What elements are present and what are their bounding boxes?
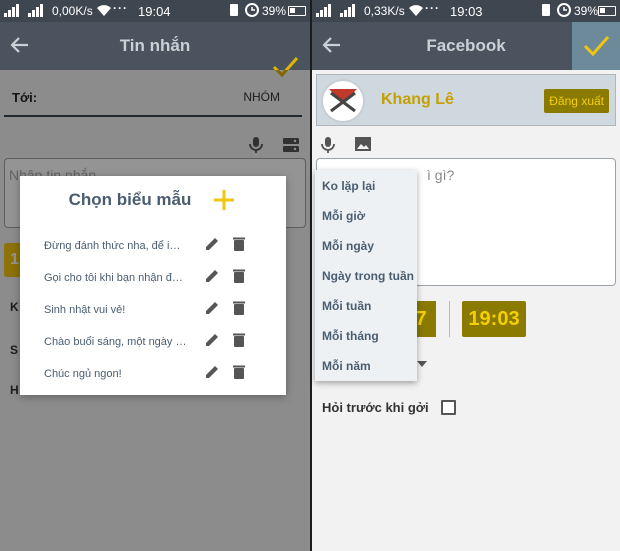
battery-icon [288,6,306,16]
status-bar: 0,00K/s ··· 19:04 39% [0,0,310,22]
network-speed: 0,00K/s [52,4,93,18]
ask-before-send-label: Hỏi trước khi gởi [322,400,429,415]
template-text: Chúc ngủ ngon! [44,368,122,380]
battery-percent: 39% [262,4,287,18]
confirm-check-icon [583,36,610,57]
repeat-dropdown-menu: Ko lặp lại Mỗi giờ Mỗi ngày Ngày trong t… [315,170,417,381]
logout-button[interactable]: Đăng xuất [544,89,609,113]
delete-icon[interactable] [232,236,246,252]
menu-item-weekdays[interactable]: Ngày trong tuần [322,269,414,289]
message-text-visible: ì gì? [427,167,455,183]
time-button[interactable]: 19:03 [462,301,526,337]
add-template-plus-icon[interactable] [212,188,236,212]
menu-item-no-repeat[interactable]: Ko lặp lại [322,179,375,199]
status-bar: 0,33K/s ··· 19:03 39% [312,0,620,22]
template-text: Đừng đánh thức nha, để im lặng [44,240,188,252]
toolbar: Tin nhắn [0,22,310,78]
vibrate-alarm-icons [542,3,571,17]
edit-icon[interactable] [204,268,220,284]
menu-item-yearly[interactable]: Mỗi năm [322,359,371,379]
template-text: Sinh nhật vui vẻ! [44,304,126,316]
account-card: Khang Lê Đăng xuất [316,74,616,126]
template-item[interactable]: Chào buổi sáng, một ngày tốt lành [44,330,276,354]
menu-item-daily[interactable]: Mỗi ngày [322,239,374,259]
image-icon[interactable] [354,136,372,152]
delete-icon[interactable] [232,364,246,380]
dropdown-caret-icon[interactable] [417,361,427,367]
template-item[interactable]: Gọi cho tôi khi bạn nhận được tin [44,266,276,290]
account-name: Khang Lê [381,91,454,108]
dialog-title: Chọn biểu mẫu [68,190,192,209]
menu-item-hourly[interactable]: Mỗi giờ [322,209,365,229]
avatar [321,79,365,123]
template-text: Gọi cho tôi khi bạn nhận được tin [44,272,188,284]
network-speed: 0,33K/s [364,4,405,18]
edit-icon[interactable] [204,300,220,316]
clock: 19:04 [138,4,171,19]
edit-icon[interactable] [204,364,220,380]
microphone-icon[interactable] [320,136,336,154]
toolbar: Facebook [312,22,620,70]
date-time-separator [449,301,450,337]
signal-icon [316,4,355,17]
template-item[interactable]: Đừng đánh thức nha, để im lặng [44,234,276,258]
battery-percent: 39% [574,4,599,18]
signal-icon [4,4,43,17]
template-item[interactable]: Sinh nhật vui vẻ! [44,298,276,322]
more-notifications-icon: ··· [425,1,440,15]
confirm-button[interactable] [572,22,620,70]
menu-item-weekly[interactable]: Mỗi tuần [322,299,371,319]
template-dialog: Chọn biểu mẫu Đừng đánh thức nha, để im … [20,176,286,395]
delete-icon[interactable] [232,300,246,316]
edit-icon[interactable] [204,332,220,348]
wifi-icon [97,5,111,16]
delete-icon[interactable] [232,332,246,348]
vibrate-alarm-icons [230,3,259,17]
wifi-icon [409,5,423,16]
delete-icon[interactable] [232,268,246,284]
logo-icon [329,89,357,113]
page-title: Tin nhắn [119,36,191,55]
ask-before-send-checkbox[interactable] [441,400,456,415]
clock: 19:03 [450,4,483,19]
edit-icon[interactable] [204,236,220,252]
more-notifications-icon: ··· [113,1,128,15]
menu-item-monthly[interactable]: Mỗi tháng [322,329,379,349]
battery-icon [598,6,616,16]
template-item[interactable]: Chúc ngủ ngon! [44,362,276,386]
template-text: Chào buổi sáng, một ngày tốt lành [44,336,188,348]
left-screen: 0,00K/s ··· 19:04 39% Tin nhắn Tới: NHÓM… [0,0,310,551]
